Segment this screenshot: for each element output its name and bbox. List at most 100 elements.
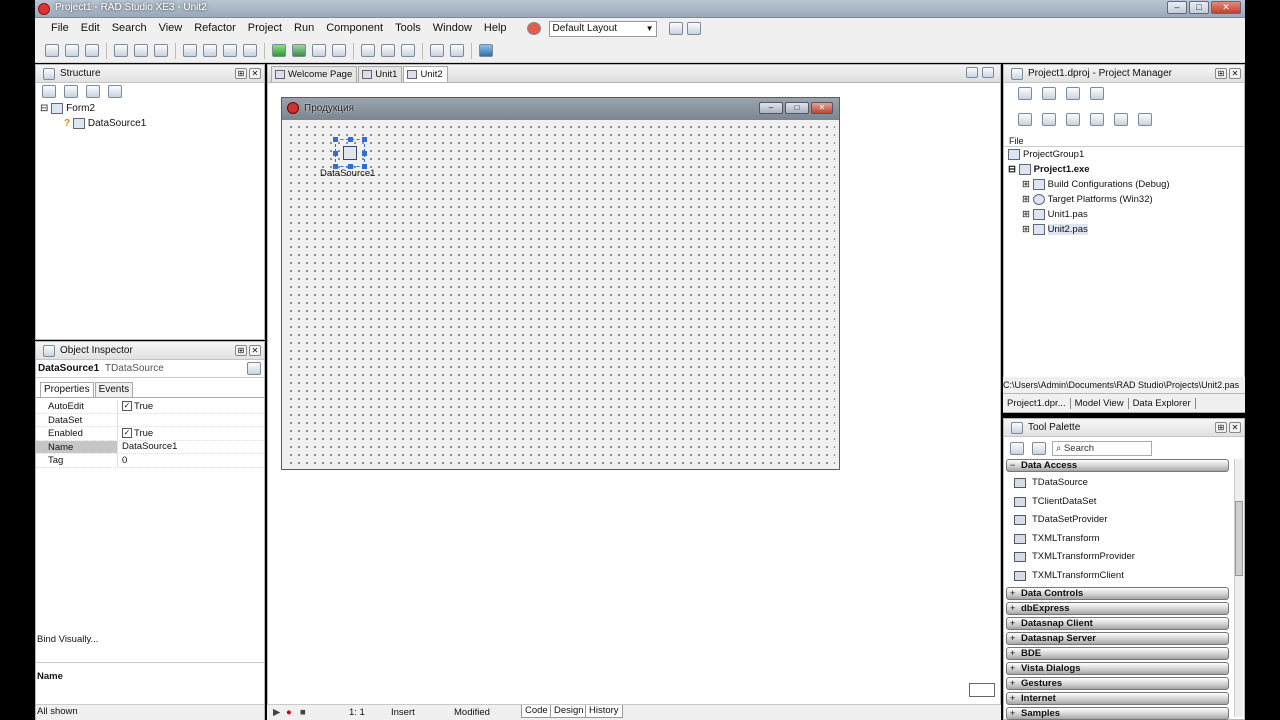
close-button[interactable]: ✕ <box>1211 1 1241 14</box>
close-icon[interactable]: ✕ <box>1229 422 1241 433</box>
palette-item[interactable]: TDataSource <box>1004 474 1244 493</box>
play-icon[interactable]: ▶ <box>273 705 280 720</box>
menu-help[interactable]: Help <box>478 18 513 39</box>
property-row[interactable]: Enabled ✓ True <box>36 427 264 441</box>
refresh-icon[interactable] <box>1138 113 1152 126</box>
menu-search[interactable]: Search <box>106 18 153 39</box>
tab-code[interactable]: Code <box>521 705 552 718</box>
tab-properties[interactable]: Properties <box>40 382 94 397</box>
pin-icon[interactable]: ⊞ <box>235 345 247 356</box>
palette-item[interactable]: TXMLTransformProvider <box>1004 548 1244 567</box>
menu-file[interactable]: File <box>45 18 75 39</box>
property-value[interactable]: DataSource1 <box>122 440 177 453</box>
form-client-grid[interactable]: DataSource1 <box>287 123 835 465</box>
save-all-icon[interactable] <box>183 44 197 57</box>
selection-handle[interactable] <box>333 137 338 142</box>
run-without-debug-icon[interactable] <box>292 44 306 57</box>
property-row[interactable]: AutoEdit ✓ True <box>36 400 264 414</box>
tab-history[interactable]: History <box>585 705 623 718</box>
tab-project[interactable]: Project1.dpr... <box>1003 397 1071 409</box>
new-form-icon[interactable] <box>85 44 99 57</box>
pin-icon[interactable]: ⊞ <box>1215 68 1227 79</box>
save-icon[interactable] <box>154 44 168 57</box>
selection-handle[interactable] <box>333 151 338 156</box>
menu-tools[interactable]: Tools <box>389 18 427 39</box>
selection-handle[interactable] <box>362 137 367 142</box>
category-bde[interactable]: BDE <box>1006 647 1229 660</box>
form-preview-icon[interactable] <box>969 683 995 697</box>
close-icon[interactable]: ✕ <box>1229 68 1241 79</box>
menu-edit[interactable]: Edit <box>75 18 106 39</box>
menu-project[interactable]: Project <box>242 18 288 39</box>
tab-unit2[interactable]: Unit2 <box>403 66 448 82</box>
selection-handle[interactable] <box>348 137 353 142</box>
run-to-cursor-icon[interactable] <box>401 44 415 57</box>
save-layout-icon[interactable] <box>668 22 683 35</box>
palette-item[interactable]: TDataSetProvider <box>1004 511 1244 530</box>
expand-icon[interactable] <box>1042 113 1056 126</box>
open-file-icon[interactable] <box>203 44 217 57</box>
bind-visually-link[interactable]: Bind Visually... <box>37 634 98 645</box>
tab-events[interactable]: Events <box>94 382 134 397</box>
layout-icon[interactable] <box>526 22 541 35</box>
layout-select[interactable]: Default Layout ▼ <box>548 20 657 37</box>
category-vista-dialogs[interactable]: Vista Dialogs <box>1006 662 1229 675</box>
scrollbar-thumb[interactable] <box>1235 501 1243 576</box>
minimize-button[interactable]: – <box>1167 1 1187 14</box>
tree-node-form[interactable]: ⊟ Form2 <box>40 101 264 116</box>
form-designer-window[interactable]: Продукция – □ ✕ DataSource1 <box>281 97 840 470</box>
stop-icon[interactable]: ■ <box>300 705 306 720</box>
new-icon[interactable] <box>45 44 59 57</box>
help-browser-icon[interactable] <box>479 44 493 57</box>
category-datasnap-server[interactable]: Datasnap Server <box>1006 632 1229 645</box>
maximize-button[interactable]: □ <box>1189 1 1209 14</box>
new-items-icon[interactable] <box>65 44 79 57</box>
property-row-selected[interactable]: Name DataSource1 <box>36 440 264 454</box>
close-icon[interactable]: ✕ <box>249 68 261 79</box>
palette-item[interactable]: TClientDataSet <box>1004 493 1244 512</box>
tree-node-project[interactable]: ⊟ Project1.exe <box>1008 162 1244 177</box>
back-icon[interactable] <box>430 44 444 57</box>
arrow-up-icon[interactable] <box>86 85 100 98</box>
dropdown-icon[interactable] <box>247 362 261 375</box>
pin-icon[interactable]: ⊞ <box>235 68 247 79</box>
selection-handle[interactable] <box>362 151 367 156</box>
datasource-component[interactable] <box>333 137 367 169</box>
menu-view[interactable]: View <box>153 18 189 39</box>
menu-window[interactable]: Window <box>427 18 478 39</box>
category-gestures[interactable]: Gestures <box>1006 677 1229 690</box>
palette-search-input[interactable]: ⌕ Search <box>1052 440 1152 456</box>
palette-item[interactable]: TXMLTransformClient <box>1004 567 1244 586</box>
build-icon[interactable] <box>1114 113 1128 126</box>
set-layout-icon[interactable] <box>686 22 701 35</box>
run-icon[interactable] <box>272 44 286 57</box>
arrow-down-icon[interactable] <box>108 85 122 98</box>
pin-icon[interactable]: ⊞ <box>1215 422 1227 433</box>
open-icon[interactable] <box>114 44 128 57</box>
expand-icon[interactable] <box>64 85 78 98</box>
options-icon[interactable] <box>1090 87 1104 100</box>
collapse-icon[interactable] <box>1066 113 1080 126</box>
category-dbexpress[interactable]: dbExpress <box>1006 602 1229 615</box>
remove-icon[interactable] <box>1066 87 1080 100</box>
activate-icon[interactable] <box>1018 87 1032 100</box>
category-internet[interactable]: Internet <box>1006 692 1229 705</box>
tab-model-view[interactable]: Model View <box>1071 397 1129 409</box>
collapse-icon[interactable] <box>42 85 56 98</box>
property-row[interactable]: Tag 0 <box>36 454 264 468</box>
tree-node-projectgroup[interactable]: ProjectGroup1 <box>1008 147 1244 162</box>
open-project-icon[interactable] <box>134 44 148 57</box>
object-selector[interactable]: DataSource1 TDataSource <box>36 360 264 378</box>
new-icon[interactable] <box>1042 87 1056 100</box>
checkbox[interactable]: ✓ <box>122 401 132 412</box>
trace-into-icon[interactable] <box>361 44 375 57</box>
remove-from-project-icon[interactable] <box>243 44 257 57</box>
stop-icon[interactable] <box>332 44 346 57</box>
pointer-icon[interactable] <box>1032 441 1046 455</box>
add-to-project-icon[interactable] <box>223 44 237 57</box>
tab-welcome-page[interactable]: Welcome Page <box>271 66 358 82</box>
menu-refactor[interactable]: Refactor <box>188 18 242 39</box>
category-samples[interactable]: Samples <box>1006 707 1229 720</box>
menu-run[interactable]: Run <box>288 18 320 39</box>
category-datasnap-client[interactable]: Datasnap Client <box>1006 617 1229 630</box>
